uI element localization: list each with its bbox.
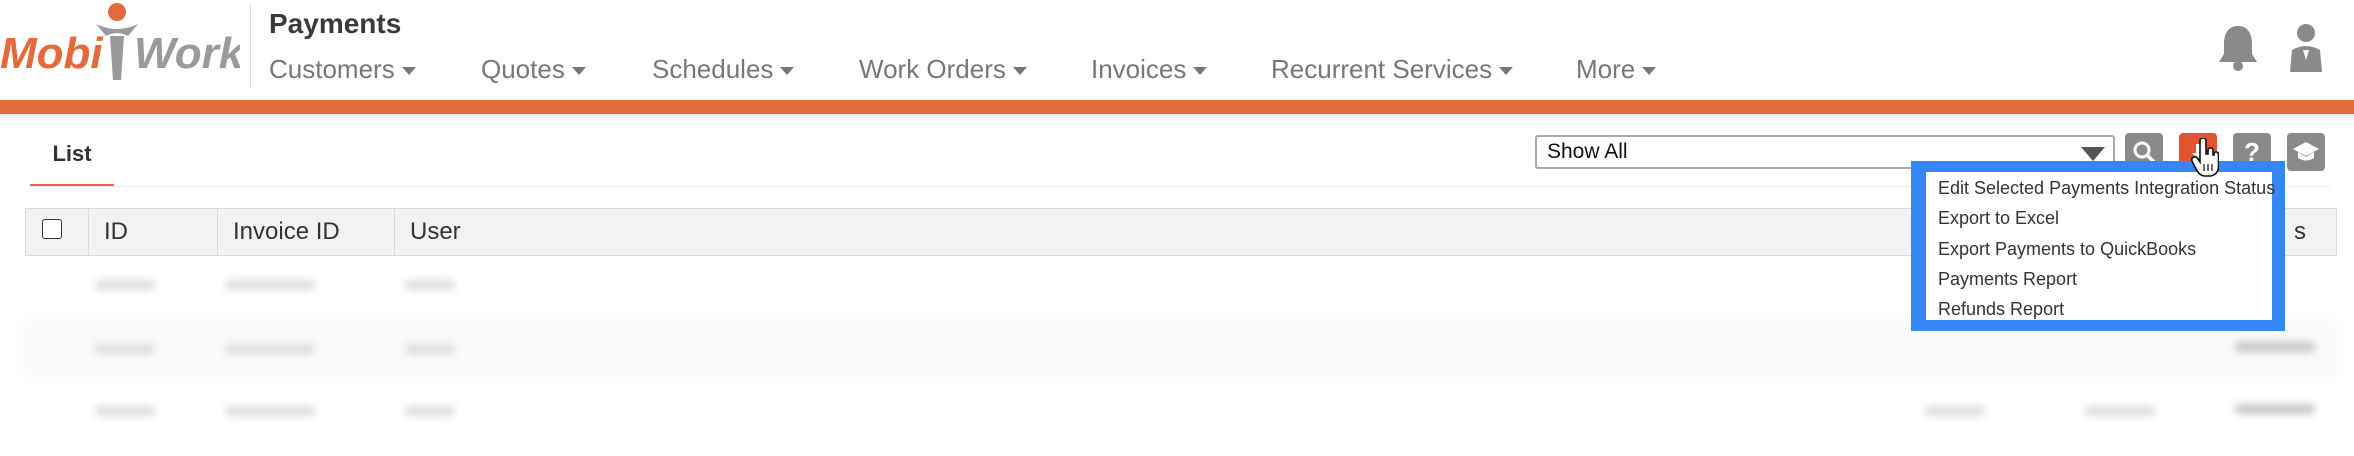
dropdown-arrow-icon xyxy=(2081,147,2105,161)
caret-down-icon xyxy=(401,67,416,76)
column-divider xyxy=(88,209,89,255)
nav-quotes[interactable]: Quotes xyxy=(481,54,586,85)
menu-item-edit-integration-status[interactable]: Edit Selected Payments Integration Statu… xyxy=(1938,178,2275,199)
nav-recurrent-services-label: Recurrent Services xyxy=(1271,54,1493,84)
nav-work-orders-label: Work Orders xyxy=(859,54,1006,84)
column-divider xyxy=(394,209,395,255)
select-all-checkbox[interactable] xyxy=(42,219,62,239)
menu-item-refunds-report[interactable]: Refunds Report xyxy=(1938,299,2064,320)
page-title: Payments xyxy=(269,8,402,39)
nav-invoices[interactable]: Invoices xyxy=(1091,54,1208,85)
bell-icon[interactable] xyxy=(2216,22,2260,77)
mobiwork-logo[interactable]: Mobi Work xyxy=(0,0,240,95)
caret-down-icon xyxy=(1012,67,1027,76)
menu-item-payments-report[interactable]: Payments Report xyxy=(1938,269,2077,290)
nav-recurrent-services[interactable]: Recurrent Services xyxy=(1271,54,1514,85)
top-header: Mobi Work Payments Customers Quotes Sche… xyxy=(0,0,2354,100)
svg-text:Mobi: Mobi xyxy=(0,29,103,78)
filter-selected-value: Show All xyxy=(1547,140,1628,163)
graduation-cap-icon xyxy=(2293,142,2319,161)
svg-text:Work: Work xyxy=(134,29,240,78)
nav-work-orders[interactable]: Work Orders xyxy=(859,54,1027,85)
logo-divider xyxy=(250,4,251,88)
nav-more-label: More xyxy=(1576,54,1636,84)
menu-item-export-to-excel[interactable]: Export to Excel xyxy=(1938,208,2059,229)
table-row[interactable] xyxy=(25,382,2337,440)
header-accent-bar xyxy=(0,100,2354,114)
caret-down-icon xyxy=(571,67,586,76)
training-button[interactable] xyxy=(2287,133,2325,171)
caret-down-icon xyxy=(1193,67,1208,76)
nav-schedules-label: Schedules xyxy=(652,54,774,84)
nav-more[interactable]: More xyxy=(1576,54,1657,85)
caret-down-icon xyxy=(1499,67,1514,76)
header-shadow xyxy=(0,114,2354,122)
export-menu: Edit Selected Payments Integration Statu… xyxy=(1926,172,2275,320)
tab-list[interactable]: List xyxy=(30,138,114,187)
column-divider xyxy=(217,209,218,255)
nav-customers[interactable]: Customers xyxy=(269,54,416,85)
caret-down-icon xyxy=(780,67,795,76)
menu-item-export-to-quickbooks[interactable]: Export Payments to QuickBooks xyxy=(1938,239,2196,260)
nav-schedules[interactable]: Schedules xyxy=(652,54,795,85)
nav-invoices-label: Invoices xyxy=(1091,54,1187,84)
nav-quotes-label: Quotes xyxy=(481,54,565,84)
column-header-user[interactable]: User xyxy=(410,209,461,255)
column-header-invoice-id[interactable]: Invoice ID xyxy=(233,209,340,255)
hand-cursor-icon xyxy=(2190,137,2220,183)
caret-down-icon xyxy=(1642,67,1657,76)
user-icon[interactable] xyxy=(2286,22,2326,79)
nav-customers-label: Customers xyxy=(269,54,395,84)
column-header-id[interactable]: ID xyxy=(104,209,128,255)
column-header-partial[interactable]: s xyxy=(2294,209,2306,255)
